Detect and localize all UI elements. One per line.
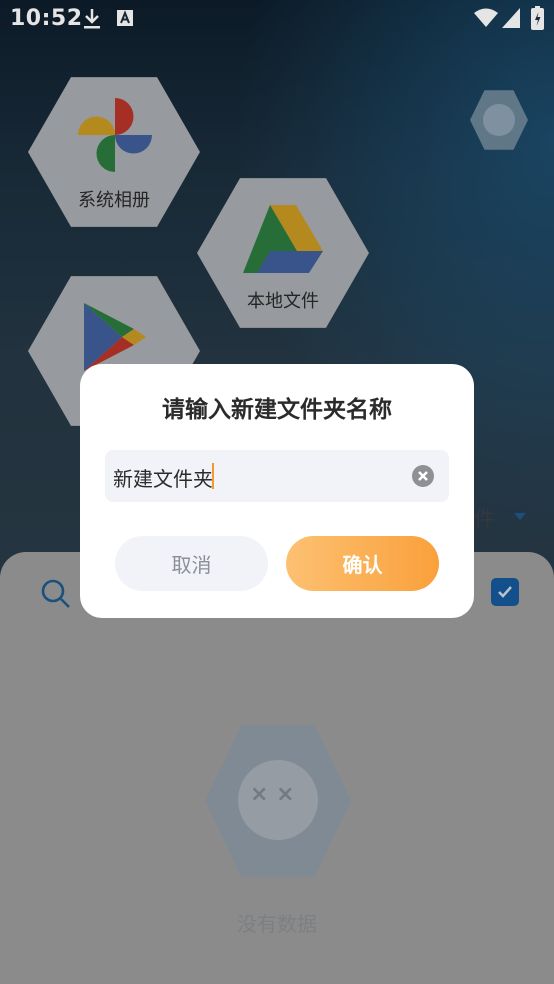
- cancel-button[interactable]: 取消: [115, 536, 268, 591]
- folder-name-input[interactable]: 新建文件夹: [113, 463, 213, 492]
- folder-name-field[interactable]: 新建文件夹: [105, 450, 449, 502]
- dialog-title: 请输入新建文件夹名称: [162, 397, 392, 423]
- text-cursor: [212, 463, 214, 489]
- confirm-button[interactable]: 确认: [286, 536, 439, 591]
- new-folder-dialog: 请输入新建文件夹名称 新建文件夹 取消 确认: [80, 364, 474, 618]
- clear-icon[interactable]: [412, 465, 434, 487]
